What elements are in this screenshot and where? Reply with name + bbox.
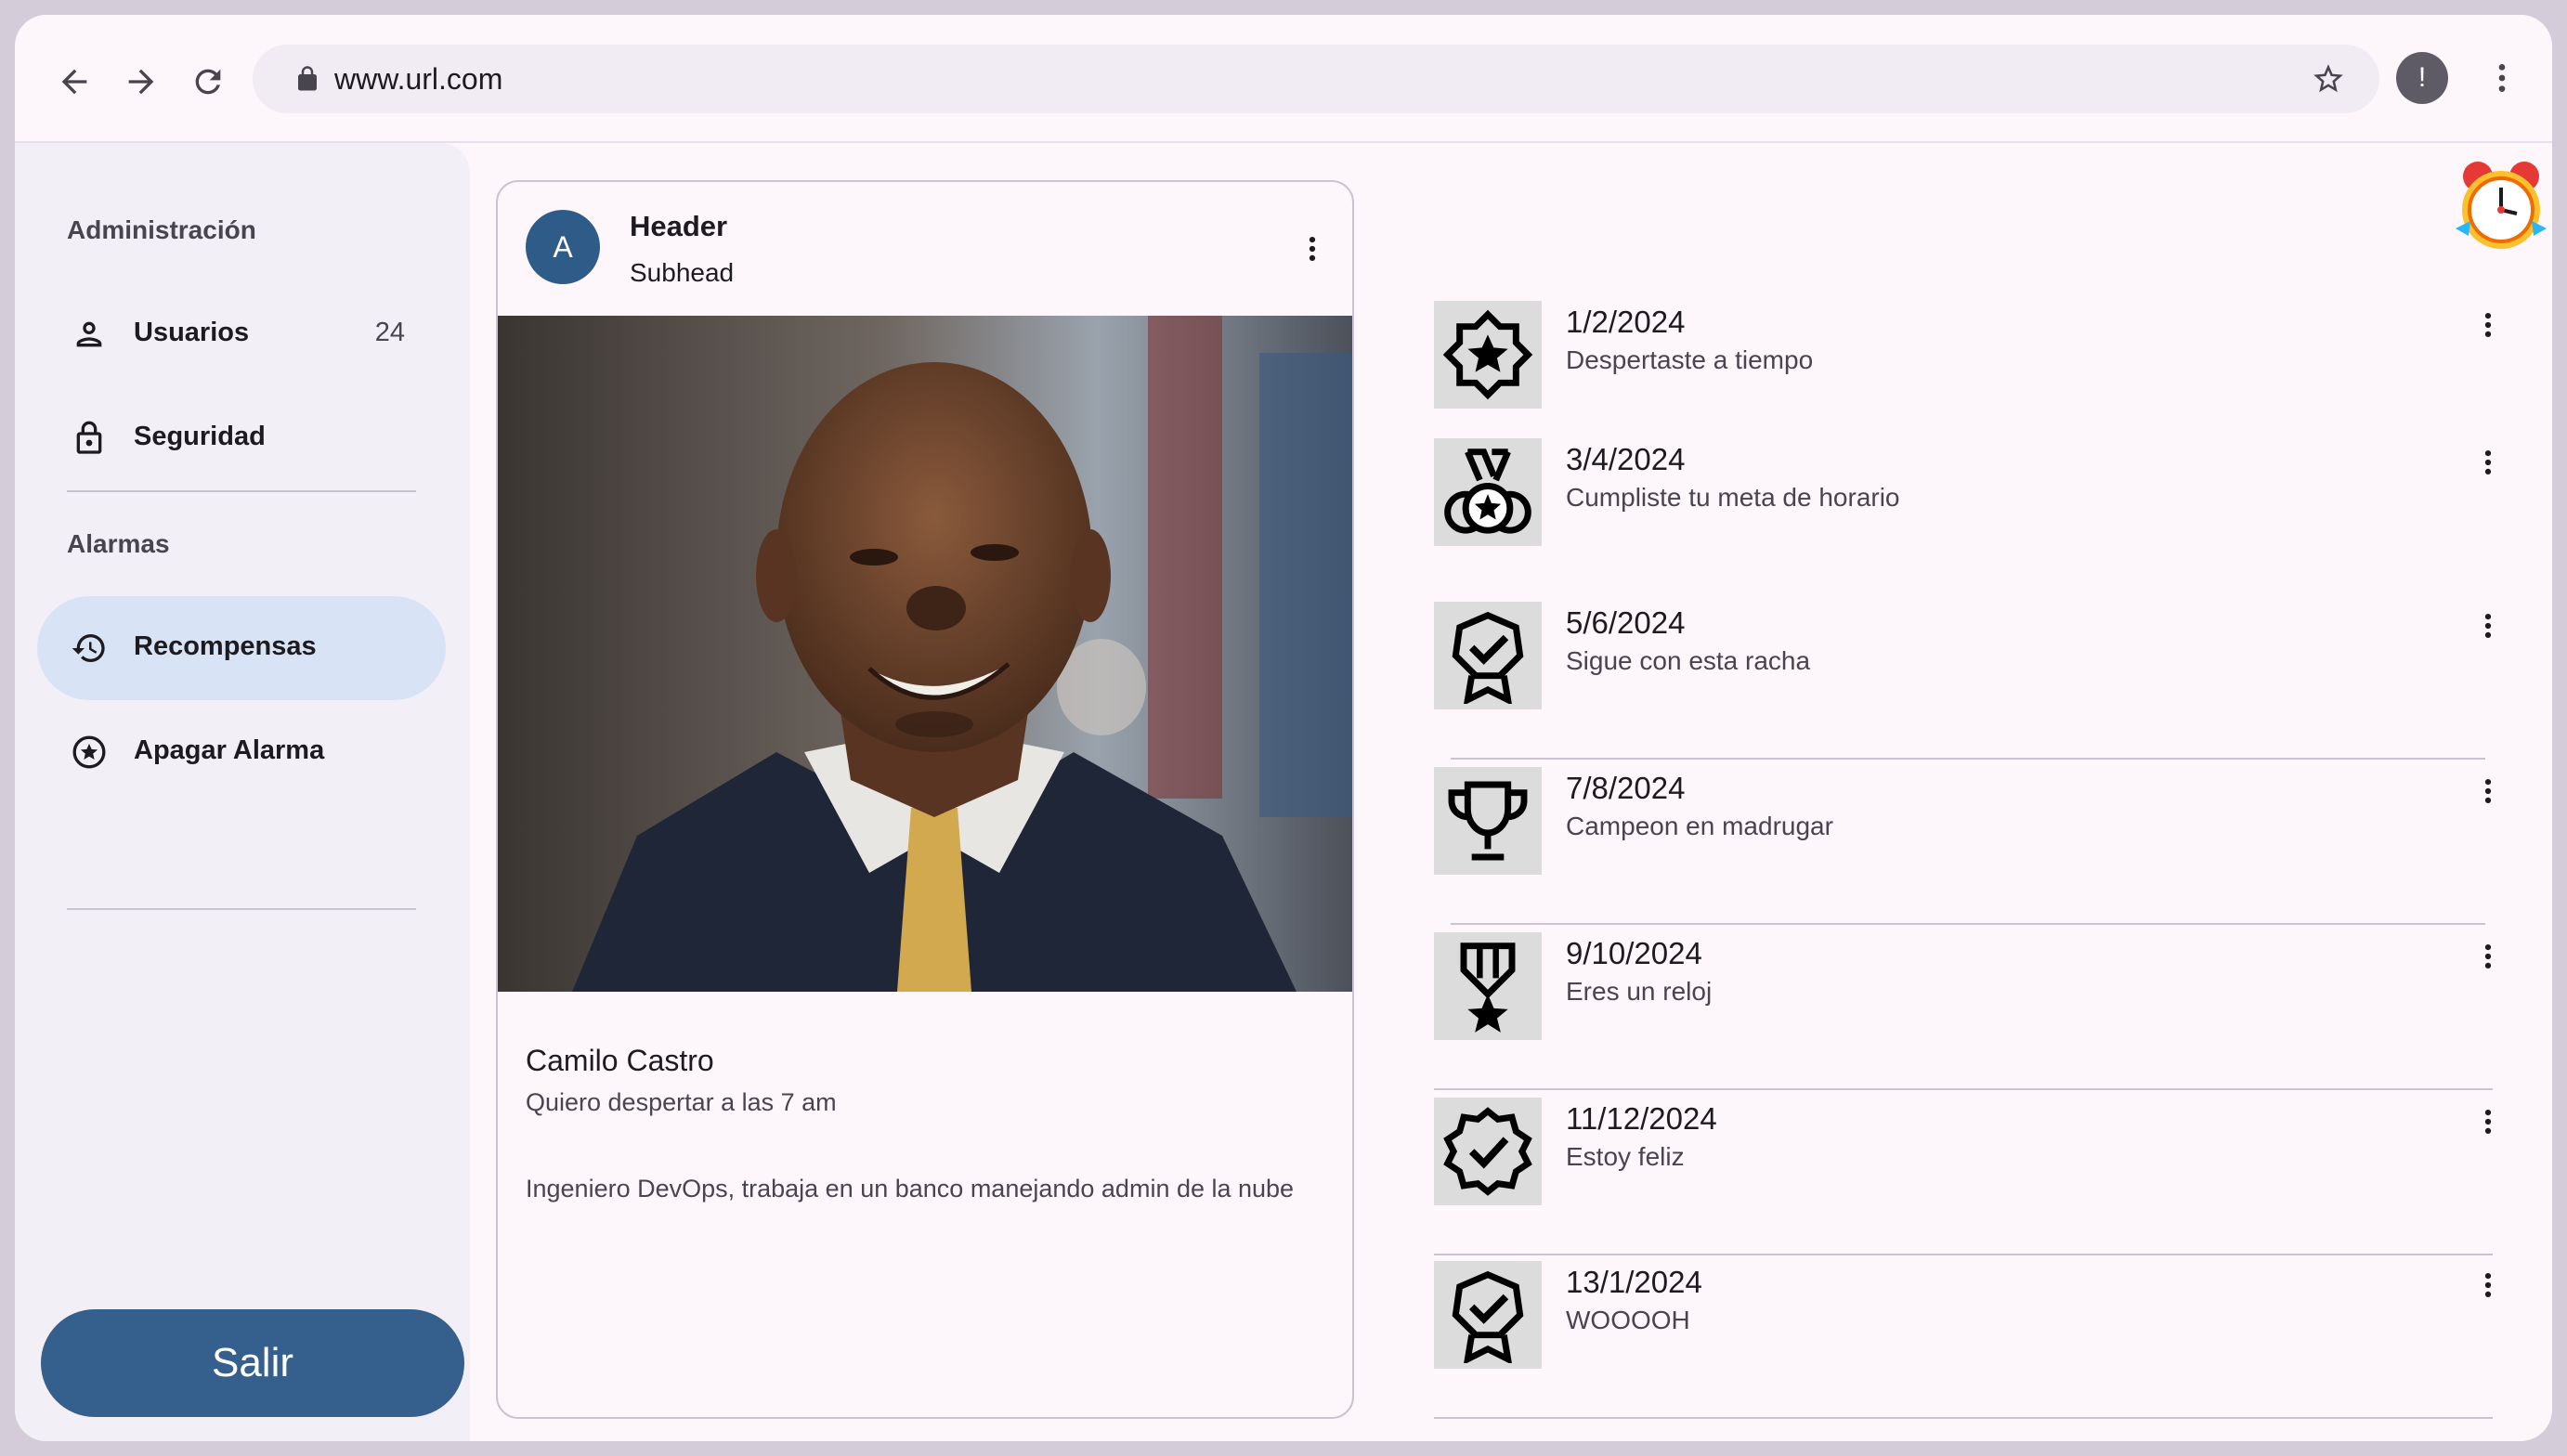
reward-item[interactable]: 9/10/2024 Eres un reloj [1434,932,2502,1081]
star-circle-icon [72,735,106,769]
reward-message: Estoy feliz [1566,1142,1685,1171]
section-heading-alarms: Alarmas [67,529,170,558]
reward-date: 9/10/2024 [1566,936,1702,970]
browser-menu-icon[interactable] [2483,59,2521,97]
alarm-clock-icon [2456,162,2547,249]
reward-badge [1434,602,1542,709]
avatar: A [526,210,600,284]
arrow-back-icon [61,69,87,95]
reward-date: 5/6/2024 [1566,605,1686,640]
reward-item[interactable]: 1/2/2024 Despertaste a tiempo [1434,301,2502,449]
reward-message: WOOOOH [1566,1306,1690,1334]
reward-more-icon[interactable] [2472,773,2504,810]
url-text: www.url.com [334,62,503,96]
star-badge-icon [1442,309,1533,400]
check-ribbon-icon [1452,611,1524,704]
profile-button[interactable]: ! [2396,52,2448,104]
check-ribbon-icon [1452,1270,1524,1363]
profile-name: Camilo Castro [526,1044,714,1077]
profile-bio: Ingeniero DevOps, trabaja en un banco ma… [526,1175,1295,1202]
profile-card: A Header Subhead Camilo Castro Quiero de… [496,180,1354,1419]
profile-tagline: Quiero despertar a las 7 am [526,1088,837,1116]
bookmark-star-icon[interactable] [2311,61,2346,97]
reward-more-icon[interactable] [2472,1103,2504,1140]
card-header: Header [630,210,728,242]
reward-more-icon[interactable] [2472,938,2504,975]
reward-date: 3/4/2024 [1566,442,1686,476]
sidebar-item-label: Usuarios [134,318,250,347]
trophy-icon [1448,781,1528,861]
reward-more-icon[interactable] [2472,1267,2504,1304]
lock-icon [76,421,102,454]
list-divider [1434,1254,2493,1255]
reward-message: Campeon en madrugar [1566,812,1833,840]
reward-badge [1434,767,1542,875]
forward-button[interactable] [117,58,165,106]
reward-message: Eres un reloj [1566,977,1713,1006]
list-divider [1451,758,2485,760]
verified-badge-icon [1443,1107,1532,1196]
reward-badge [1434,438,1542,546]
reward-badge [1434,301,1542,409]
sidebar-item-apagar-alarma[interactable]: Apagar Alarma [37,700,446,804]
reward-more-icon[interactable] [2472,306,2504,344]
person-icon [76,321,102,347]
reward-date: 1/2/2024 [1566,305,1686,339]
lock-icon [298,66,317,91]
reward-item[interactable]: 7/8/2024 Campeon en madrugar [1434,767,2502,916]
users-count-badge: 24 [374,318,405,347]
list-divider [1451,923,2485,925]
card-more-icon[interactable] [1297,230,1328,267]
back-button[interactable] [50,58,98,106]
reward-more-icon[interactable] [2472,607,2504,644]
list-divider [1434,1088,2493,1090]
sidebar-item-seguridad[interactable]: Seguridad [37,386,446,490]
section-heading-admin: Administración [67,215,256,244]
reward-item[interactable]: 5/6/2024 Sigue con esta racha [1434,602,2502,750]
reward-date: 7/8/2024 [1566,771,1686,805]
logout-button[interactable]: Salir [41,1309,464,1417]
reward-item[interactable]: 13/1/2024 WOOOOH [1434,1261,2502,1410]
browser-toolbar: www.url.com ! [15,15,2552,141]
reward-item[interactable]: 3/4/2024 Cumpliste tu meta de horario [1434,438,2502,587]
reward-date: 13/1/2024 [1566,1265,1702,1299]
sidebar-divider [67,490,416,492]
reload-button[interactable] [184,58,232,106]
profile-photo [498,316,1352,992]
sidebar-item-usuarios[interactable]: Usuarios 24 [37,282,446,386]
sidebar-item-label: Recompensas [134,631,317,661]
reward-message: Despertaste a tiempo [1566,345,1814,374]
sidebar-item-label: Seguridad [134,422,266,451]
card-subhead: Subhead [630,258,735,287]
history-icon [72,634,105,662]
address-bar[interactable]: www.url.com [253,45,2379,113]
reward-badge [1434,932,1542,1040]
medal-icon [1444,448,1531,534]
reward-date: 11/12/2024 [1566,1101,1717,1136]
app-window: www.url.com ! Administración Usuarios 24… [15,15,2552,1441]
list-divider [1434,1417,2493,1419]
reward-badge [1434,1261,1542,1369]
reward-item[interactable]: 11/12/2024 Estoy feliz [1434,1098,2502,1246]
military-medal-icon [1460,942,1516,1033]
sidebar-divider [67,908,416,910]
reload-icon [195,69,221,95]
sidebar-item-label: Apagar Alarma [134,735,325,765]
reward-more-icon[interactable] [2472,444,2504,481]
reward-message: Cumpliste tu meta de horario [1566,483,1900,512]
arrow-forward-icon [128,69,154,95]
reward-message: Sigue con esta racha [1566,646,1811,675]
reward-badge [1434,1098,1542,1205]
navigation-drawer: Administración Usuarios 24 Seguridad Ala… [15,143,470,1441]
sidebar-item-recompensas[interactable]: Recompensas [37,596,446,700]
